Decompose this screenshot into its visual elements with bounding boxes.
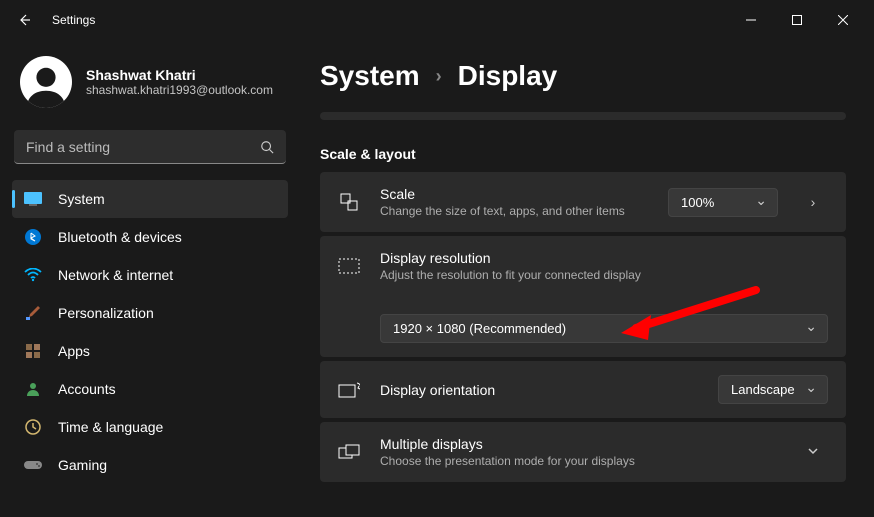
nav-label: Time & language xyxy=(58,419,163,435)
minimize-icon xyxy=(746,15,756,25)
nav-item-time[interactable]: Time & language xyxy=(12,408,288,446)
card-title: Display resolution xyxy=(380,250,828,266)
scale-icon xyxy=(338,192,360,212)
window-controls xyxy=(728,4,866,36)
arrow-left-icon xyxy=(16,12,32,28)
person-icon xyxy=(23,62,69,108)
nav-item-gaming[interactable]: Gaming xyxy=(12,446,288,484)
resolution-card: Display resolution Adjust the resolution… xyxy=(320,236,846,357)
orientation-select[interactable]: Landscape xyxy=(718,375,828,404)
card-sub: Choose the presentation mode for your di… xyxy=(380,454,778,468)
search-input[interactable] xyxy=(26,139,260,155)
nav-label: Personalization xyxy=(58,305,154,321)
card-title: Display orientation xyxy=(380,382,698,398)
breadcrumb-current: Display xyxy=(458,60,558,92)
maximize-button[interactable] xyxy=(774,4,820,36)
window-title: Settings xyxy=(52,13,95,27)
apps-icon xyxy=(24,342,42,360)
nav-label: Accounts xyxy=(58,381,116,397)
multiple-displays-card[interactable]: Multiple displays Choose the presentatio… xyxy=(320,422,846,482)
maximize-icon xyxy=(792,15,802,25)
nav-label: Apps xyxy=(58,343,90,359)
breadcrumb: System › Display xyxy=(320,60,846,92)
scale-card[interactable]: Scale Change the size of text, apps, and… xyxy=(320,172,846,232)
avatar xyxy=(20,56,72,108)
system-icon xyxy=(24,190,42,208)
titlebar: Settings xyxy=(0,0,874,40)
scale-select[interactable]: 100% xyxy=(668,188,778,217)
nav-item-system[interactable]: System xyxy=(12,180,288,218)
gaming-icon xyxy=(24,456,42,474)
nav-item-bluetooth[interactable]: Bluetooth & devices xyxy=(12,218,288,256)
nav-label: System xyxy=(58,191,105,207)
chevron-right-icon: › xyxy=(436,66,442,87)
card-title: Multiple displays xyxy=(380,436,778,452)
search-box[interactable] xyxy=(14,130,286,164)
resolution-select[interactable]: 1920 × 1080 (Recommended) xyxy=(380,314,828,343)
clock-icon xyxy=(24,418,42,436)
expand-arrow[interactable]: › xyxy=(798,194,828,210)
close-icon xyxy=(838,15,848,25)
minimize-button[interactable] xyxy=(728,4,774,36)
back-button[interactable] xyxy=(8,4,40,36)
nav-item-accounts[interactable]: Accounts xyxy=(12,370,288,408)
expand-chevron[interactable] xyxy=(798,444,828,461)
orientation-icon xyxy=(338,382,360,398)
profile-section[interactable]: Shashwat Khatri shashwat.khatri1993@outl… xyxy=(12,50,288,126)
wifi-icon xyxy=(24,266,42,284)
brush-icon xyxy=(24,304,42,322)
card-sub: Change the size of text, apps, and other… xyxy=(380,204,648,218)
nav-item-apps[interactable]: Apps xyxy=(12,332,288,370)
breadcrumb-parent[interactable]: System xyxy=(320,60,420,92)
content-area: System › Display Scale & layout Scale Ch… xyxy=(300,40,874,517)
multiple-icon xyxy=(338,444,360,460)
section-title: Scale & layout xyxy=(320,146,846,162)
nav-item-network[interactable]: Network & internet xyxy=(12,256,288,294)
bluetooth-icon xyxy=(24,228,42,246)
close-button[interactable] xyxy=(820,4,866,36)
sidebar: Shashwat Khatri shashwat.khatri1993@outl… xyxy=(0,40,300,517)
search-icon xyxy=(260,140,274,154)
profile-name: Shashwat Khatri xyxy=(86,67,273,83)
chevron-down-icon xyxy=(806,444,820,458)
nav-list: System Bluetooth & devices Network & int… xyxy=(12,180,288,484)
card-title: Scale xyxy=(380,186,648,202)
nav-label: Gaming xyxy=(58,457,107,473)
resolution-icon xyxy=(338,258,360,274)
orientation-card[interactable]: Display orientation Landscape xyxy=(320,361,846,418)
nav-label: Network & internet xyxy=(58,267,173,283)
nav-item-personalization[interactable]: Personalization xyxy=(12,294,288,332)
collapsed-card[interactable] xyxy=(320,112,846,120)
card-sub: Adjust the resolution to fit your connec… xyxy=(380,268,828,282)
accounts-icon xyxy=(24,380,42,398)
profile-email: shashwat.khatri1993@outlook.com xyxy=(86,83,273,97)
nav-label: Bluetooth & devices xyxy=(58,229,182,245)
